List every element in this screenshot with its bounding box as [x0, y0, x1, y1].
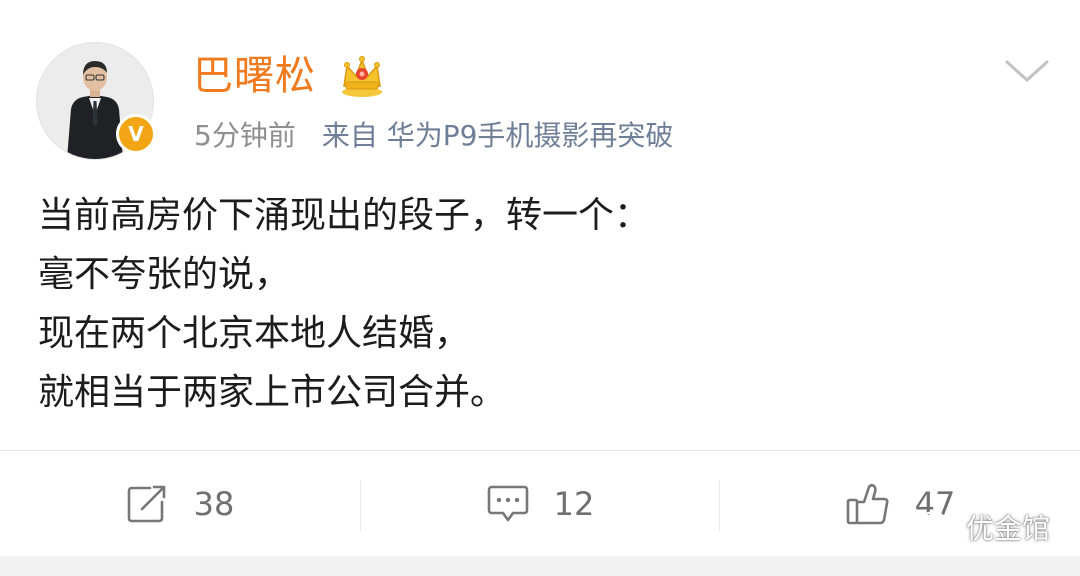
post-time: 5分钟前	[194, 119, 296, 152]
repost-button[interactable]: 38	[0, 451, 360, 556]
comment-bubble-icon	[486, 483, 530, 525]
content-line: 现在两个北京本地人结婚，	[38, 313, 471, 354]
content-line: 毫不夸张的说，	[38, 254, 291, 295]
post-content: 当前高房价下涌现出的段子，转一个： 毫不夸张的说， 现在两个北京本地人结婚， 就…	[38, 186, 1038, 422]
content-line: 当前高房价下涌现出的段子，转一个：	[38, 195, 651, 236]
watermark-text: 优金馆	[966, 512, 1051, 545]
post-meta: 5分钟前 来自 华为P9手机摄影再突破	[194, 116, 673, 156]
verified-badge-icon: V	[116, 114, 156, 154]
comment-count: 12	[553, 484, 595, 523]
author-name[interactable]: 巴曙松	[193, 52, 316, 100]
member-crown-icon[interactable]	[338, 52, 386, 98]
post-source[interactable]: 来自 华为P9手机摄影再突破	[322, 119, 674, 152]
chevron-down-icon[interactable]	[1003, 57, 1051, 85]
bottom-strip	[0, 556, 1080, 576]
comment-button[interactable]: 12	[360, 451, 720, 556]
repost-count: 38	[193, 484, 235, 523]
weibo-post: V 巴曙松 5分钟前 来自 华为P9手机摄影再突破 当前高房价下涌现出的段子，转一…	[0, 0, 1080, 576]
verified-badge-label: V	[128, 122, 144, 146]
watermark: 优金馆	[918, 507, 1050, 547]
thumbs-up-icon	[845, 482, 891, 526]
edit-share-icon	[126, 484, 170, 524]
wechat-icon	[918, 510, 958, 544]
content-line: 就相当于两家上市公司合并。	[38, 372, 507, 413]
action-separator	[360, 481, 361, 531]
